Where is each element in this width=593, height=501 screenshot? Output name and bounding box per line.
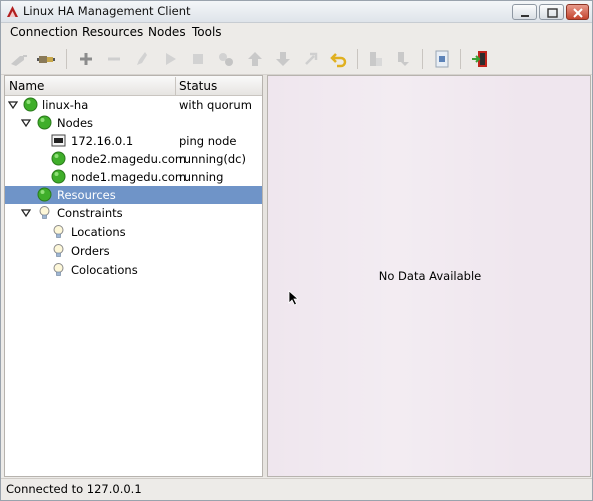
tree-row-node2[interactable]: node2.magedu.com running(dc): [5, 150, 262, 168]
menu-nodes[interactable]: Nodes: [148, 25, 186, 39]
column-status-header[interactable]: Status: [179, 79, 217, 93]
green-status-icon: [37, 187, 52, 202]
green-status-icon: [51, 169, 66, 184]
remove-button[interactable]: [103, 48, 125, 70]
tree-row-locations[interactable]: Locations: [5, 223, 262, 241]
column-name-header[interactable]: Name: [9, 79, 44, 93]
disconnect-button[interactable]: [8, 48, 30, 70]
tree-row-label: node1.magedu.com: [71, 170, 187, 184]
tree-row-label: Locations: [71, 225, 126, 239]
menu-resources[interactable]: Resources: [82, 25, 143, 39]
tree-row-label: Colocations: [71, 263, 138, 277]
move-down-button[interactable]: [272, 48, 294, 70]
tree-row-nodes[interactable]: Nodes: [5, 114, 262, 132]
toolbar-separator: [66, 49, 67, 69]
tree-row-label: Orders: [71, 244, 110, 258]
title-bar[interactable]: Linux HA Management Client: [1, 1, 592, 23]
green-status-icon: [37, 115, 52, 130]
expander-down-icon[interactable]: [21, 118, 31, 128]
tree-row-node1[interactable]: node1.magedu.com running: [5, 168, 262, 186]
tree-row-colocations[interactable]: Colocations: [5, 261, 262, 279]
exit-button[interactable]: [469, 48, 491, 70]
tree-row-linux-ha[interactable]: linux-ha with quorum: [5, 96, 262, 114]
move-down-icon: [276, 52, 290, 66]
stop-button[interactable]: [187, 48, 209, 70]
connection-status: Connected to 127.0.0.1: [6, 482, 142, 496]
minimize-button[interactable]: [512, 4, 537, 20]
default-icon: [305, 52, 318, 65]
tree-row-label: linux-ha: [42, 98, 89, 112]
disconnect-icon: [11, 55, 27, 66]
minimize-icon: [521, 15, 529, 17]
add-icon: [80, 53, 92, 65]
tree-row-label: Nodes: [57, 116, 94, 130]
undo-button[interactable]: [328, 48, 350, 70]
expander-down-icon[interactable]: [8, 100, 18, 110]
view-xml-icon: [435, 50, 449, 68]
default-button[interactable]: [300, 48, 322, 70]
toolbar-separator: [357, 49, 358, 69]
migrate-button[interactable]: [215, 48, 237, 70]
start-button[interactable]: [159, 48, 181, 70]
lightbulb-icon: [39, 206, 50, 219]
toolbar: [1, 43, 592, 75]
status-bar: Connected to 127.0.0.1: [1, 478, 592, 500]
tree-row-status: running: [179, 170, 224, 184]
connect-icon: [37, 56, 55, 63]
add-button[interactable]: [75, 48, 97, 70]
menu-tools[interactable]: Tools: [192, 25, 222, 39]
start-icon: [166, 53, 176, 65]
cleanup-button[interactable]: [131, 48, 153, 70]
maximize-button[interactable]: [539, 4, 564, 20]
cleanup-icon: [137, 52, 147, 65]
view-xml-button[interactable]: [431, 48, 453, 70]
no-data-message: No Data Available: [378, 269, 482, 283]
standby-icon: [370, 52, 382, 66]
lightbulb-icon: [53, 244, 64, 257]
menu-bar: Connection Resources Nodes Tools: [1, 23, 592, 42]
green-status-icon: [51, 151, 66, 166]
active-button[interactable]: [392, 48, 414, 70]
tree-row-orders[interactable]: Orders: [5, 242, 262, 260]
tree-row-status: with quorum: [179, 98, 252, 112]
menu-connection[interactable]: Connection: [10, 25, 78, 39]
remove-icon: [108, 57, 120, 61]
tree-row-label: node2.magedu.com: [71, 152, 187, 166]
ping-node-icon: [51, 134, 66, 147]
tree-row-label: Resources: [57, 188, 116, 202]
mouse-cursor-icon: [288, 290, 300, 306]
standby-button[interactable]: [365, 48, 387, 70]
toolbar-separator: [422, 49, 423, 69]
heartbeat-app-icon: [7, 6, 18, 17]
tree-row-constraints[interactable]: Constraints: [5, 204, 262, 222]
toolbar-separator: [460, 49, 461, 69]
window-title: Linux HA Management Client: [23, 4, 191, 18]
exit-icon: [472, 51, 487, 67]
tree-row-ping-node[interactable]: 172.16.0.1 ping node: [5, 132, 262, 150]
tree-row-label: Constraints: [57, 206, 123, 220]
move-up-button[interactable]: [244, 48, 266, 70]
tree-row-status: ping node: [179, 134, 237, 148]
undo-icon: [330, 53, 347, 68]
move-up-icon: [248, 52, 262, 66]
tree-row-label: 172.16.0.1: [71, 134, 134, 148]
connect-button[interactable]: [35, 48, 57, 70]
tree-row-resources[interactable]: Resources: [5, 186, 262, 204]
column-divider[interactable]: [175, 77, 176, 95]
active-icon: [398, 52, 409, 66]
migrate-icon: [219, 53, 233, 66]
stop-icon: [193, 54, 203, 64]
detail-panel: No Data Available: [267, 75, 591, 477]
tree-panel[interactable]: Name Status linux-ha with quorum Nodes 1…: [4, 75, 263, 477]
close-icon: [573, 8, 583, 18]
app-window: Linux HA Management Client Connection Re…: [0, 0, 593, 501]
maximize-icon: [547, 8, 558, 18]
lightbulb-icon: [53, 263, 64, 276]
lightbulb-icon: [53, 225, 64, 238]
green-status-icon: [23, 97, 38, 112]
tree-column-header: Name Status: [5, 76, 262, 96]
expander-down-icon[interactable]: [21, 208, 31, 218]
tree-row-status: running(dc): [179, 152, 246, 166]
close-button[interactable]: [566, 4, 589, 20]
